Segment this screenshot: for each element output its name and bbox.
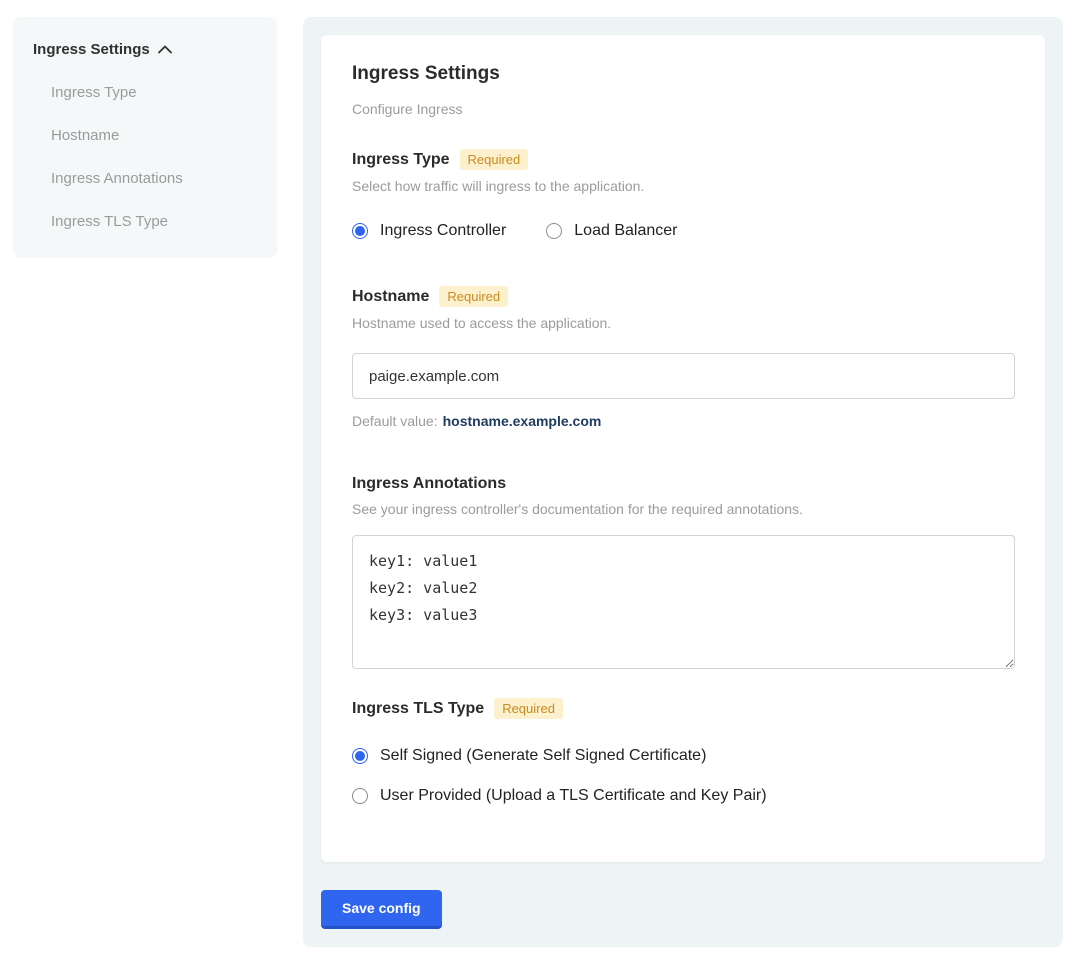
radio-option-user-provided[interactable]: User Provided (Upload a TLS Certificate …: [352, 787, 1014, 805]
hostname-input[interactable]: [352, 353, 1015, 399]
hostname-label: Hostname: [352, 288, 429, 306]
sidebar-group-ingress-settings[interactable]: Ingress Settings: [33, 41, 257, 58]
radio-unselected-icon[interactable]: [352, 788, 368, 804]
save-config-button[interactable]: Save config: [321, 890, 442, 929]
radio-option-ingress-controller[interactable]: Ingress Controller: [352, 222, 506, 240]
ingress-type-help: Select how traffic will ingress to the a…: [352, 178, 1014, 194]
radio-option-self-signed[interactable]: Self Signed (Generate Self Signed Certif…: [352, 747, 1014, 765]
sidebar-item-ingress-annotations[interactable]: Ingress Annotations: [51, 170, 257, 187]
radio-option-label: Self Signed (Generate Self Signed Certif…: [380, 747, 706, 765]
default-value-text: hostname.example.com: [443, 413, 602, 429]
sidebar-item-hostname[interactable]: Hostname: [51, 127, 257, 144]
tls-type-radio-group: Self Signed (Generate Self Signed Certif…: [352, 747, 1014, 805]
sidebar-item-ingress-tls-type[interactable]: Ingress TLS Type: [51, 213, 257, 230]
sidebar-item-ingress-type[interactable]: Ingress Type: [51, 84, 257, 101]
field-label-row: Ingress TLS Type Required: [352, 698, 1014, 719]
page-subtitle: Configure Ingress: [352, 101, 1014, 117]
radio-selected-icon[interactable]: [352, 223, 368, 239]
radio-option-label: User Provided (Upload a TLS Certificate …: [380, 787, 767, 805]
config-nav-sidebar: Ingress Settings Ingress Type Hostname I…: [13, 17, 277, 258]
ingress-annotations-help: See your ingress controller's documentat…: [352, 501, 1014, 517]
field-hostname: Hostname Required Hostname used to acces…: [352, 286, 1014, 429]
ingress-type-label: Ingress Type: [352, 151, 450, 169]
radio-option-label: Load Balancer: [574, 222, 677, 240]
radio-selected-icon[interactable]: [352, 748, 368, 764]
chevron-up-icon: [158, 45, 172, 54]
radio-option-load-balancer[interactable]: Load Balancer: [546, 222, 677, 240]
default-value-prefix: Default value:: [352, 413, 438, 429]
config-card: Ingress Settings Configure Ingress Ingre…: [321, 35, 1045, 862]
hostname-help: Hostname used to access the application.: [352, 315, 1014, 331]
sidebar-group-label: Ingress Settings: [33, 41, 150, 58]
ingress-tls-type-label: Ingress TLS Type: [352, 700, 484, 718]
config-panel: Ingress Settings Configure Ingress Ingre…: [303, 17, 1063, 947]
field-ingress-type: Ingress Type Required Select how traffic…: [352, 149, 1014, 240]
required-badge: Required: [439, 286, 508, 307]
field-label-row: Ingress Annotations: [352, 475, 1014, 493]
field-ingress-tls-type: Ingress TLS Type Required Self Signed (G…: [352, 698, 1014, 805]
page-title: Ingress Settings: [352, 63, 1014, 85]
radio-option-label: Ingress Controller: [380, 222, 506, 240]
field-ingress-annotations: Ingress Annotations See your ingress con…: [352, 475, 1014, 674]
required-badge: Required: [460, 149, 529, 170]
required-badge: Required: [494, 698, 563, 719]
ingress-annotations-label: Ingress Annotations: [352, 475, 506, 493]
field-label-row: Ingress Type Required: [352, 149, 1014, 170]
field-label-row: Hostname Required: [352, 286, 1014, 307]
default-value-note: Default value: hostname.example.com: [352, 413, 1014, 429]
radio-unselected-icon[interactable]: [546, 223, 562, 239]
ingress-type-radio-group: Ingress Controller Load Balancer: [352, 222, 1014, 240]
ingress-annotations-textarea[interactable]: key1: value1 key2: value2 key3: value3: [352, 535, 1015, 669]
